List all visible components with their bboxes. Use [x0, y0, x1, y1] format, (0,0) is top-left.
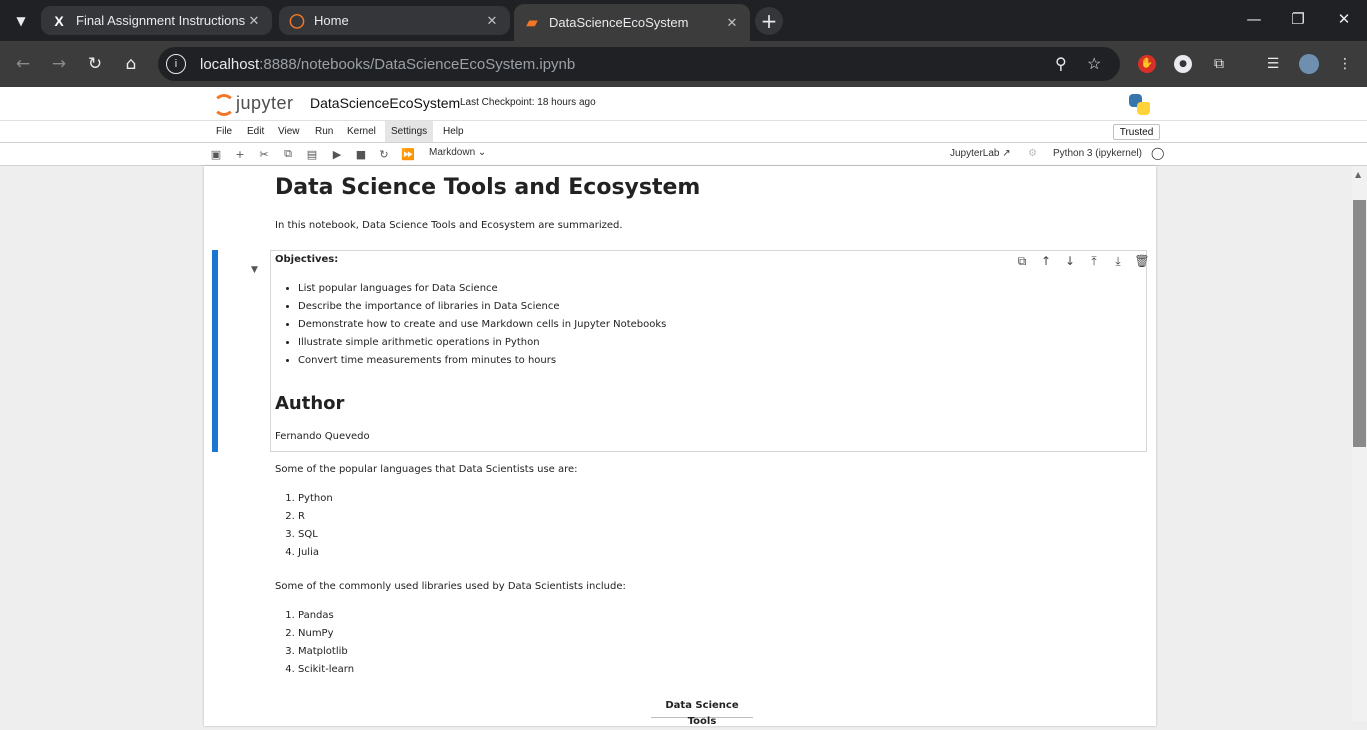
browser-toolbar: ← → ↻ ⌂ i localhost:8888/notebooks/DataS…: [0, 41, 1367, 87]
menu-settings[interactable]: Settings: [385, 121, 434, 142]
list-item: Demonstrate how to create and use Markdo…: [298, 316, 666, 334]
jupyter-header: jupyter DataScienceEcoSystem Last Checkp…: [0, 87, 1367, 121]
run-icon[interactable]: ▶: [330, 147, 344, 161]
profile-avatar[interactable]: [1299, 54, 1319, 74]
x-logo-icon: X: [54, 12, 64, 29]
menu-view[interactable]: View: [272, 121, 306, 142]
menu-kernel[interactable]: Kernel: [341, 121, 382, 142]
python-logo-icon: [1129, 94, 1150, 115]
list-item: Describe the importance of libraries in …: [298, 298, 666, 316]
forward-icon[interactable]: →: [47, 52, 71, 76]
list-item: SQL: [298, 526, 333, 544]
menu-edit[interactable]: Edit: [241, 121, 270, 142]
tab-datascienceecosystem[interactable]: ▰ DataScienceEcoSystem ✕: [514, 4, 750, 41]
scrollbar-thumb[interactable]: [1353, 200, 1366, 447]
author-name: Fernando Quevedo: [275, 431, 370, 442]
external-link-icon: ↗: [1002, 148, 1011, 159]
intro-text: In this notebook, Data Science Tools and…: [275, 220, 623, 231]
close-tab-icon[interactable]: ✕: [246, 13, 262, 29]
active-cell-indicator[interactable]: [212, 250, 218, 452]
site-info-icon[interactable]: i: [166, 54, 186, 74]
extensions-puzzle-icon[interactable]: ⧉: [1208, 53, 1230, 75]
languages-intro: Some of the popular languages that Data …: [275, 464, 578, 475]
chevron-down-icon: ⌄: [477, 147, 487, 158]
restart-icon[interactable]: ↻: [377, 147, 391, 161]
address-bar[interactable]: i localhost:8888/notebooks/DataScienceEc…: [158, 47, 1120, 81]
list-item: Matplotlib: [298, 643, 354, 661]
cell-type-dropdown[interactable]: Markdown ⌄: [429, 147, 486, 158]
zoom-icon[interactable]: ⚲: [1055, 54, 1067, 74]
stop-icon[interactable]: ■: [354, 147, 368, 161]
close-tab-icon[interactable]: ✕: [484, 13, 500, 29]
list-item: NumPy: [298, 625, 354, 643]
vertical-scrollbar[interactable]: ▲: [1352, 166, 1367, 721]
list-item: Python: [298, 490, 333, 508]
libraries-list: Pandas NumPy Matplotlib Scikit-learn: [275, 607, 354, 679]
trusted-indicator[interactable]: Trusted: [1113, 124, 1160, 140]
notebook-toolbar: ▣ + ✂ ⧉ ▤ ▶ ■ ↻ ⏩ Markdown ⌄ JupyterLab …: [0, 143, 1367, 166]
new-tab-button[interactable]: +: [755, 7, 783, 35]
duplicate-cell-icon[interactable]: ⧉: [1010, 254, 1034, 270]
tab-final-assignment[interactable]: X Final Assignment Instructions: C ✕: [41, 6, 272, 35]
close-tab-icon[interactable]: ✕: [724, 15, 740, 31]
menu-bar: File Edit View Run Kernel Settings Help …: [0, 121, 1367, 143]
minimize-icon[interactable]: —: [1244, 10, 1264, 28]
menu-help[interactable]: Help: [437, 121, 470, 142]
jupyter-icon: ◯: [289, 12, 305, 28]
back-icon[interactable]: ←: [11, 52, 35, 76]
jupyter-logo[interactable]: jupyter: [213, 92, 294, 116]
tab-home[interactable]: ◯ Home ✕: [279, 6, 510, 35]
restore-icon[interactable]: ❐: [1288, 10, 1308, 28]
insert-cell-icon[interactable]: +: [233, 147, 247, 161]
move-down-icon[interactable]: ↓: [1058, 254, 1082, 270]
insert-below-icon[interactable]: ⤓: [1106, 254, 1130, 270]
collapse-caret-icon[interactable]: ▼: [251, 265, 258, 275]
author-heading: Author: [275, 393, 345, 414]
objectives-list: List popular languages for Data Science …: [275, 280, 666, 370]
list-item: Scikit-learn: [298, 661, 354, 679]
save-icon[interactable]: ▣: [209, 147, 223, 161]
notebook-icon: ▰: [526, 14, 538, 30]
url-text[interactable]: localhost:8888/notebooks/DataScienceEcoS…: [200, 56, 575, 73]
list-item: List popular languages for Data Science: [298, 280, 666, 298]
menu-run[interactable]: Run: [309, 121, 339, 142]
list-item: Illustrate simple arithmetic operations …: [298, 334, 666, 352]
jupyter-logo-icon: [213, 92, 235, 116]
insert-above-icon[interactable]: ⤒: [1082, 254, 1106, 270]
kernel-name[interactable]: Python 3 (ipykernel): [1053, 148, 1142, 159]
notebook-heading: Data Science Tools and Ecosystem: [275, 175, 701, 200]
bookmark-star-icon[interactable]: ☆: [1087, 54, 1101, 74]
copy-icon[interactable]: ⧉: [281, 147, 295, 161]
browser-menu-icon[interactable]: ⋮: [1334, 53, 1356, 75]
adblock-extension-icon[interactable]: ✋: [1138, 55, 1156, 73]
media-control-icon[interactable]: ☰: [1262, 53, 1284, 75]
objectives-heading: Objectives:: [275, 254, 339, 265]
home-icon[interactable]: ⌂: [119, 52, 143, 76]
list-item: Convert time measurements from minutes t…: [298, 352, 666, 370]
checkpoint-status: Last Checkpoint: 18 hours ago: [460, 97, 596, 108]
cut-icon[interactable]: ✂: [257, 147, 271, 161]
table-header: Data Science Tools: [651, 698, 753, 727]
menu-file[interactable]: File: [210, 121, 238, 142]
scroll-up-icon[interactable]: ▲: [1355, 170, 1361, 179]
settings-gear-icon[interactable]: ⚙: [1028, 148, 1037, 159]
move-up-icon[interactable]: ↑: [1034, 254, 1058, 270]
list-item: Pandas: [298, 607, 354, 625]
tab-search-icon[interactable]: ▼: [8, 8, 34, 34]
browser-tab-strip: ▼ X Final Assignment Instructions: C ✕ ◯…: [0, 0, 1367, 41]
jupyterlab-link[interactable]: JupyterLab ↗: [950, 148, 1011, 159]
notebook-title[interactable]: DataScienceEcoSystem: [310, 95, 460, 111]
cell-toolbar: ⧉ ↑ ↓ ⤒ ⤓ 🗑: [1010, 254, 1154, 270]
list-item: Julia: [298, 544, 333, 562]
paste-icon[interactable]: ▤: [305, 147, 319, 161]
extension-icon[interactable]: ●: [1174, 55, 1192, 73]
kernel-status-icon: ◯: [1151, 146, 1165, 160]
delete-cell-icon[interactable]: 🗑: [1130, 254, 1154, 270]
close-window-icon[interactable]: ✕: [1334, 10, 1354, 28]
reload-icon[interactable]: ↻: [83, 52, 107, 76]
languages-list: Python R SQL Julia: [275, 490, 333, 562]
restart-run-all-icon[interactable]: ⏩: [401, 147, 415, 161]
libraries-intro: Some of the commonly used libraries used…: [275, 581, 626, 592]
list-item: R: [298, 508, 333, 526]
